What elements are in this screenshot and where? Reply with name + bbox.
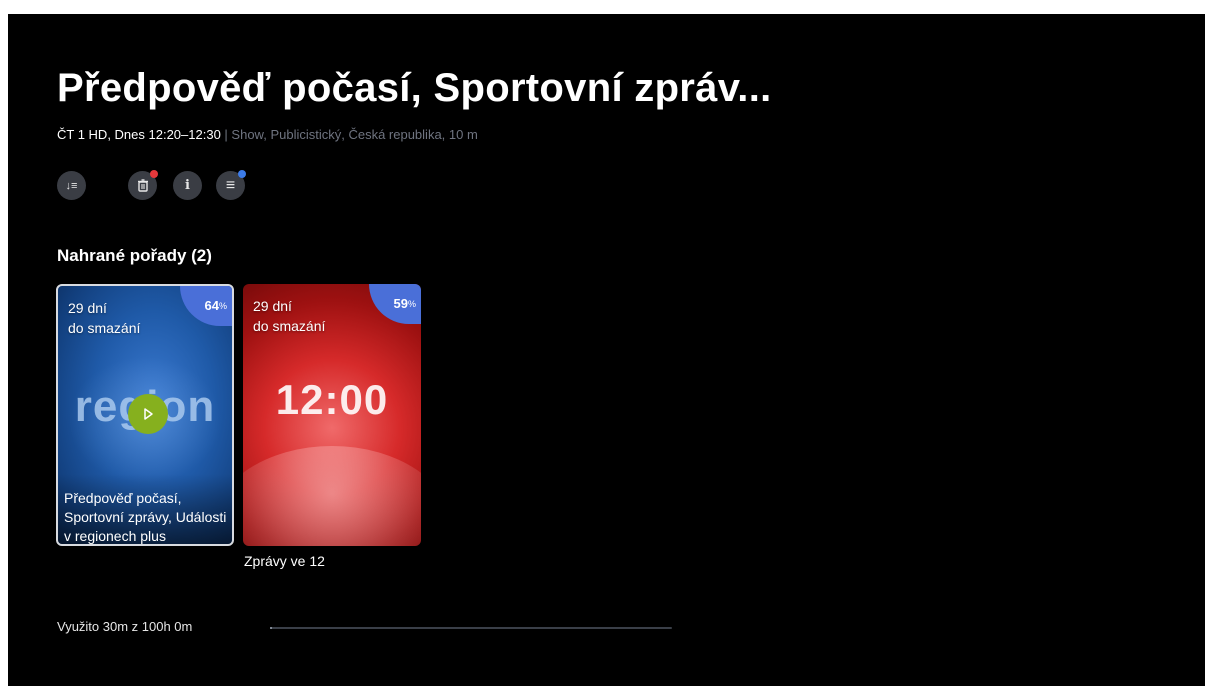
watched-percent-badge: 59% [369, 284, 421, 324]
recording-thumbnail: 29 dní do smazání 59% 12:00 [243, 284, 421, 546]
app-screen: Předpověď počasí, Sportovní zpráv... ČT … [8, 14, 1205, 686]
info-button[interactable]: i [173, 171, 202, 200]
storage-usage-fill [270, 627, 272, 629]
menu-icon: ≡ [225, 176, 236, 194]
watched-percent: 64 [204, 298, 219, 313]
menu-button[interactable]: ≡ [216, 170, 246, 200]
sort-button[interactable]: ↓≡ [57, 171, 86, 200]
percent-sign: % [407, 299, 416, 309]
sort-icon: ↓≡ [65, 179, 78, 192]
recording-card[interactable]: 29 dní do smazání 64% region Předpověď p… [56, 284, 234, 546]
program-genres: | Show, Publicistický, Česká republika, … [220, 127, 478, 142]
recording-title: Zprávy ve 12 [244, 553, 325, 569]
program-channel-time: ČT 1 HD, Dnes 12:20–12:30 [57, 127, 221, 142]
channel-logo: 12:00 [275, 376, 389, 423]
percent-sign: % [218, 301, 227, 311]
days-label: do smazání [253, 318, 326, 334]
play-icon [144, 408, 153, 420]
recording-title: Předpověď počasí, Sportovní zprávy, Udál… [64, 490, 227, 544]
days-count: 29 dní [253, 298, 292, 314]
days-until-deletion: 29 dní do smazání [253, 296, 325, 336]
notification-dot [150, 170, 158, 178]
days-label: do smazání [68, 320, 141, 336]
storage-usage-bar [270, 627, 672, 629]
storage-usage-label: Využito 30m z 100h 0m [57, 619, 193, 634]
play-button[interactable] [128, 394, 168, 434]
watched-percent: 59 [393, 296, 408, 311]
trash-icon [137, 179, 148, 192]
program-meta: ČT 1 HD, Dnes 12:20–12:30 | Show, Public… [57, 127, 478, 142]
watched-percent-badge: 64% [180, 286, 232, 326]
recording-thumbnail: 29 dní do smazání 64% region Předpověď p… [56, 284, 234, 546]
recording-card[interactable]: 29 dní do smazání 59% 12:00 Zprávy ve 12 [243, 284, 421, 571]
info-icon: i [185, 178, 190, 193]
days-count: 29 dní [68, 300, 107, 316]
recordings-heading: Nahrané pořady (2) [57, 246, 212, 265]
globe-graphic [243, 446, 421, 546]
delete-button[interactable] [128, 170, 158, 200]
notification-dot [238, 170, 246, 178]
page-title: Předpověď počasí, Sportovní zpráv... [57, 66, 772, 110]
days-until-deletion: 29 dní do smazání [68, 298, 140, 338]
